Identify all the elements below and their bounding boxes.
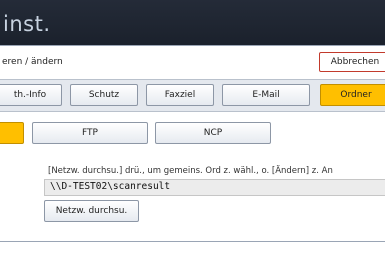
- cancel-button[interactable]: Abbrechen: [319, 52, 385, 72]
- tab-folder[interactable]: Ordner: [320, 84, 385, 106]
- path-value: \\D-TEST02\scanresult: [50, 181, 171, 192]
- title-bar: inst.: [0, 0, 385, 45]
- instruction-text: [Netzw. durchsu.] drü., um gemeins. Ord …: [48, 166, 333, 176]
- browse-network-button[interactable]: Netzw. durchsu.: [44, 200, 139, 222]
- tab-auth-info[interactable]: th.-Info: [0, 84, 62, 106]
- breadcrumb: eren / ändern: [2, 57, 63, 67]
- tab-bar: th.-Info Schutz Faxziel E-Mail Ordner: [0, 79, 385, 112]
- screen-title: inst.: [3, 12, 51, 36]
- tab-fax-destination[interactable]: Faxziel: [146, 84, 214, 106]
- path-field[interactable]: \\D-TEST02\scanresult: [44, 179, 385, 196]
- tab-email[interactable]: E-Mail: [222, 84, 310, 106]
- divider: [0, 241, 385, 242]
- protocol-ftp-button[interactable]: FTP: [32, 122, 148, 144]
- tab-protection[interactable]: Schutz: [70, 84, 138, 106]
- divider: [0, 45, 385, 46]
- protocol-smb-button[interactable]: [0, 122, 24, 144]
- protocol-ncp-button[interactable]: NCP: [155, 122, 271, 144]
